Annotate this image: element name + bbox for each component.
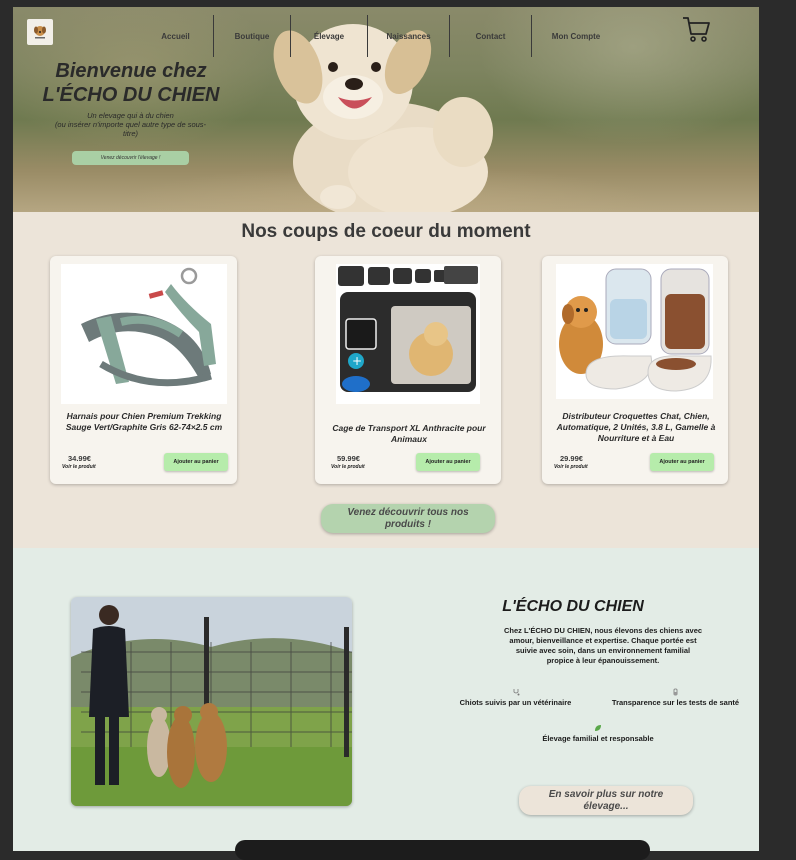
- nav-mon-compte[interactable]: Mon Compte: [532, 15, 620, 57]
- product-name[interactable]: Harnais pour Chien Premium Trekking Saug…: [56, 411, 232, 433]
- feature-vet: Chiots suivis par un vétérinaire: [443, 688, 588, 707]
- product-name[interactable]: Cage de Transport XL Anthracite pour Ani…: [321, 423, 497, 445]
- product-image: [61, 264, 227, 404]
- main-navigation: Accueil Boutique Élevage Naissances Cont…: [138, 15, 620, 57]
- nav-naissances[interactable]: Naissances: [368, 15, 450, 57]
- view-product-link[interactable]: Voir le produit: [554, 464, 588, 470]
- about-section: L'ÉCHO DU CHIEN Chez L'ÉCHO DU CHIEN, no…: [13, 548, 759, 851]
- footer-bar: [235, 840, 650, 860]
- page: Accueil Boutique Élevage Naissances Cont…: [13, 7, 759, 851]
- product-price: 34.99€: [68, 454, 91, 463]
- add-to-cart-button[interactable]: Ajouter au panier: [164, 453, 228, 471]
- hero-banner: Accueil Boutique Élevage Naissances Cont…: [13, 7, 759, 212]
- product-card[interactable]: Harnais pour Chien Premium Trekking Saug…: [50, 256, 237, 484]
- harness-image: [81, 267, 216, 387]
- add-to-cart-button[interactable]: Ajouter au panier: [650, 453, 714, 471]
- hero-subtitle-line2: (ou insérer n'importe quel autre type de…: [54, 120, 207, 138]
- nav-elevage[interactable]: Élevage: [291, 15, 368, 57]
- about-description: Chez L'ÉCHO DU CHIEN, nous élevons des c…: [503, 626, 703, 665]
- view-product-link[interactable]: Voir le produit: [62, 464, 96, 470]
- nav-contact[interactable]: Contact: [450, 15, 532, 57]
- nav-accueil[interactable]: Accueil: [138, 15, 214, 57]
- product-price: 59.99€: [337, 454, 360, 463]
- test-icon: [673, 688, 677, 696]
- product-image: +: [336, 264, 480, 404]
- food-dispenser-image: [559, 268, 712, 392]
- feature-family-breeding-label: Élevage familial et responsable: [542, 734, 654, 743]
- kennel-photo: [71, 597, 352, 806]
- cart-icon[interactable]: [681, 15, 711, 43]
- trainer-with-dogs-image: [71, 597, 352, 806]
- dog-logo-icon: [34, 26, 46, 39]
- feature-vet-label: Chiots suivis par un vétérinaire: [459, 698, 572, 707]
- feature-family-breeding: Élevage familial et responsable: [518, 724, 678, 743]
- svg-text:+: +: [352, 354, 362, 368]
- hero-title: Bienvenue chez L'ÉCHO DU CHIEN: [31, 59, 231, 107]
- product-price: 29.99€: [560, 454, 583, 463]
- hero-subtitle-line1: Un elevage qui à du chien: [87, 111, 174, 120]
- hero-subtitle: Un elevage qui à du chien (ou insérer n'…: [53, 111, 208, 138]
- stethoscope-icon: [513, 689, 519, 696]
- featured-section-title: Nos coups de coeur du moment: [241, 221, 531, 242]
- add-to-cart-button[interactable]: Ajouter au panier: [416, 453, 480, 471]
- transport-cage-image: +: [338, 266, 478, 392]
- view-product-link[interactable]: Voir le produit: [331, 464, 365, 470]
- hero-title-line1: Bienvenue chez: [55, 60, 207, 82]
- nav-boutique[interactable]: Boutique: [214, 15, 291, 57]
- learn-more-button[interactable]: En savoir plus sur notre élevage...: [519, 786, 693, 815]
- hero-discover-button[interactable]: Venez découvrir l'élevage !: [72, 151, 189, 165]
- about-title: L'ÉCHO DU CHIEN: [502, 598, 644, 615]
- product-name[interactable]: Distributeur Croquettes Chat, Chien, Aut…: [548, 411, 724, 444]
- product-card[interactable]: + Cage de Transport XL Anthracite pour A…: [315, 256, 501, 484]
- all-products-button[interactable]: Venez découvrir tous nos produits !: [321, 504, 495, 533]
- product-card[interactable]: Distributeur Croquettes Chat, Chien, Aut…: [542, 256, 728, 484]
- product-image: [556, 264, 713, 399]
- leaf-icon: [595, 725, 601, 731]
- feature-health-tests-label: Transparence sur les tests de santé: [611, 698, 740, 707]
- hero-title-line2: L'ÉCHO DU CHIEN: [42, 84, 220, 106]
- site-logo[interactable]: [27, 19, 53, 45]
- feature-health-tests: Transparence sur les tests de santé: [598, 688, 753, 707]
